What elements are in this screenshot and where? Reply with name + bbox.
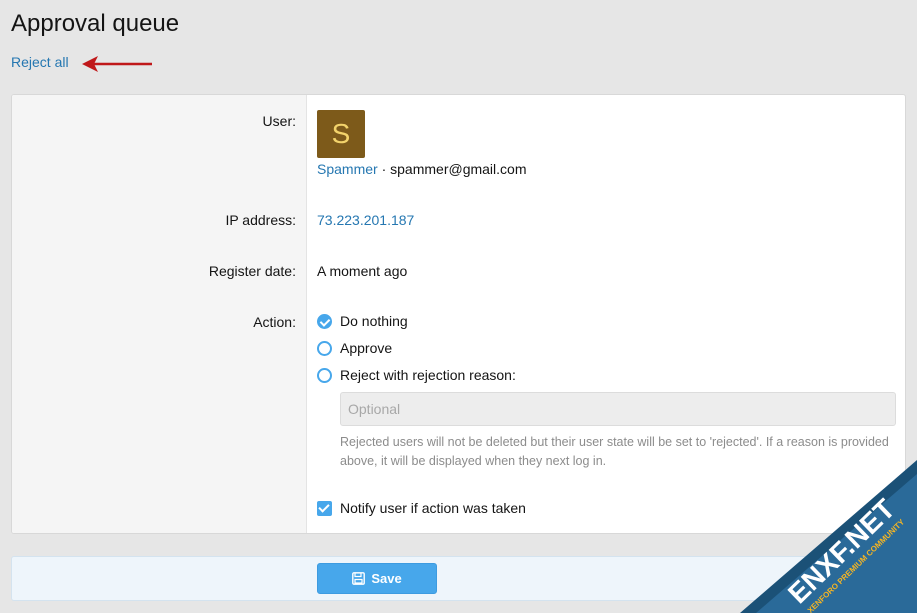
- radio-unchecked-icon[interactable]: [317, 367, 332, 383]
- notify-user-checkbox[interactable]: Notify user if action was taken: [317, 500, 526, 516]
- register-date-value: A moment ago: [317, 263, 408, 279]
- save-button[interactable]: Save: [317, 563, 437, 594]
- avatar[interactable]: S: [317, 110, 365, 158]
- user-identity: Spammer · spammer@gmail.com: [317, 161, 527, 177]
- page-title: Approval queue: [11, 10, 180, 37]
- register-date-label: Register date:: [208, 263, 296, 279]
- radio-unchecked-icon[interactable]: [317, 340, 332, 356]
- notify-label: Notify user if action was taken: [340, 500, 526, 516]
- form-footer: Save: [11, 556, 906, 601]
- radio-reject[interactable]: Reject with rejection reason:: [317, 367, 516, 383]
- avatar-letter: S: [331, 118, 351, 149]
- radio-checked-icon[interactable]: [317, 313, 332, 329]
- checkbox-checked-icon[interactable]: [317, 500, 332, 516]
- separator-dot: ·: [381, 161, 387, 177]
- user-email: spammer@gmail.com: [390, 161, 527, 177]
- ip-address-link[interactable]: 73.223.201.187: [317, 212, 414, 228]
- radio-label: Approve: [340, 340, 393, 356]
- radio-approve[interactable]: Approve: [317, 340, 392, 356]
- username-link[interactable]: Spammer: [317, 161, 378, 177]
- reject-all-link[interactable]: Reject all: [11, 54, 69, 70]
- radio-label: Do nothing: [340, 313, 408, 329]
- rejection-reason-input[interactable]: [340, 392, 896, 426]
- red-arrow-annotation: [82, 56, 152, 72]
- ip-label: IP address:: [225, 212, 296, 228]
- radio-do-nothing[interactable]: Do nothing: [317, 313, 408, 329]
- action-label: Action:: [253, 314, 296, 330]
- user-approval-form: User: S Spammer · spammer@gmail.com IP a…: [11, 94, 906, 534]
- save-icon: [352, 572, 366, 585]
- radio-label: Reject with rejection reason:: [340, 367, 516, 383]
- save-label: Save: [371, 571, 402, 586]
- user-label: User:: [262, 113, 296, 129]
- rejection-hint: Rejected users will not be deleted but t…: [340, 435, 889, 468]
